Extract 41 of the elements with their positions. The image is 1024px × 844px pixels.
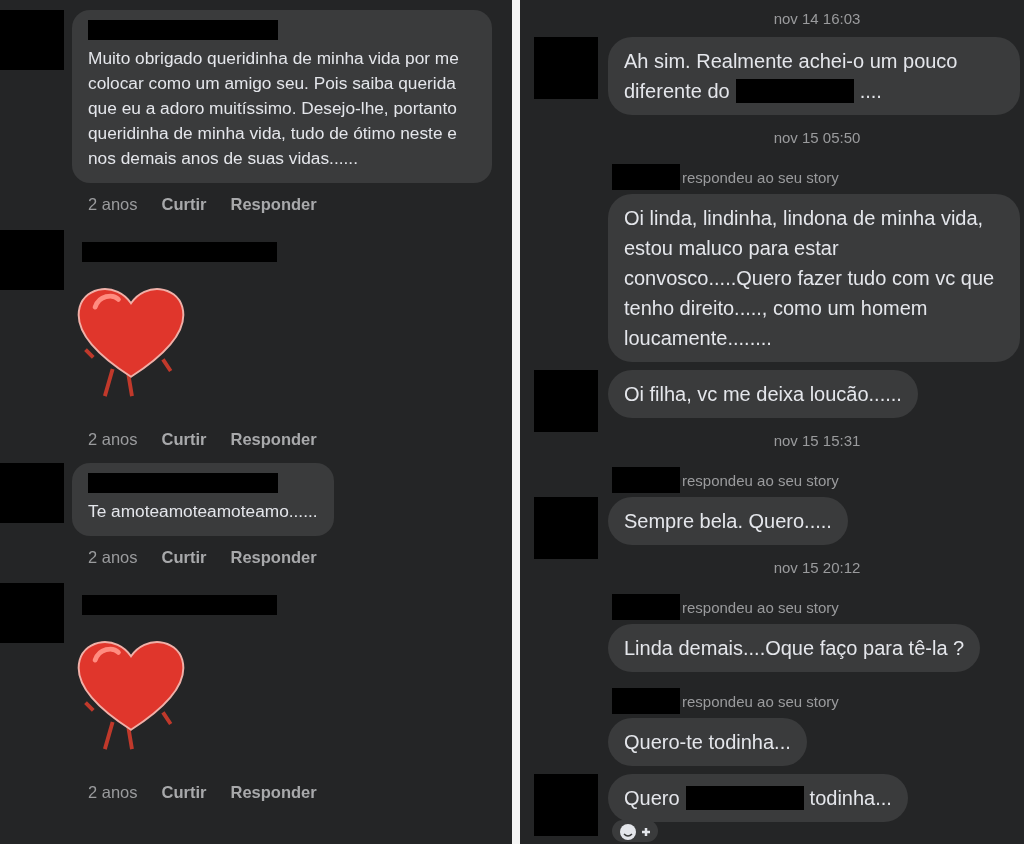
redacted-avatar [0,463,64,523]
message-text: Oi linda, lindinha, lindona de minha vida, estou maluco para estar convosco.....Quero fazer tudo com vc que tenho direito....., como um homem loucamente........ [624,206,996,351]
message-text: Quero [624,786,680,811]
redacted-avatar [0,583,64,643]
reply-link[interactable]: Responder [230,195,317,214]
comment-text: Te amoteamoteamoteamo...... [88,500,318,523]
redacted-avatar [0,10,64,70]
comment-time: 2 anos [88,195,138,214]
comment-time: 2 anos [88,430,138,449]
reply-link[interactable]: Responder [230,548,317,567]
redacted-name [612,688,680,714]
redacted-name [612,467,680,493]
chat-timestamp: nov 15 15:31 [772,432,861,449]
reply-link[interactable]: Responder [230,783,317,802]
like-link[interactable]: Curtir [161,783,207,802]
message-text: Sempre bela. Quero..... [624,509,832,534]
story-reply-note: respondeu ao seu story [682,598,839,616]
message-text: Linda demais....Oque faço para tê-la ? [624,636,965,661]
message-text: diferente do [624,79,730,104]
redacted-name [612,594,680,620]
add-reaction-icon[interactable] [612,820,658,842]
message-text: Ah sim. Realmente achei-o um pouco [624,49,958,74]
like-link[interactable]: Curtir [161,548,207,567]
redacted-name [612,164,680,190]
message-text: Oi filha, vc me deixa loucão...... [624,382,902,407]
comment-time: 2 anos [88,548,138,567]
message-text: .... [859,79,882,104]
reply-link[interactable]: Responder [230,430,317,449]
message-text: todinha... [809,786,892,811]
message-text: Quero-te todinha... [624,730,791,755]
comment-time: 2 anos [88,783,138,802]
redacted-avatar [0,230,64,290]
story-reply-note: respondeu ao seu story [682,692,839,710]
story-reply-note: respondeu ao seu story [682,471,839,489]
like-link[interactable]: Curtir [161,430,207,449]
story-reply-note: respondeu ao seu story [682,168,839,186]
like-link[interactable]: Curtir [161,195,207,214]
chat-timestamp: nov 15 20:12 [772,559,861,576]
chat-timestamp: nov 15 05:50 [772,129,861,146]
chat-timestamp: nov 14 16:03 [772,10,861,27]
comment-text: Muito obrigado queridinha de minha vida por me colocar como um amigo seu. Pois saiba querida que eu a adoro muitíssimo. Desejo-lhe, portanto queridinha de minha vida, tudo de ótimo neste e nos demais anos de suas vidas...... [88,47,460,170]
